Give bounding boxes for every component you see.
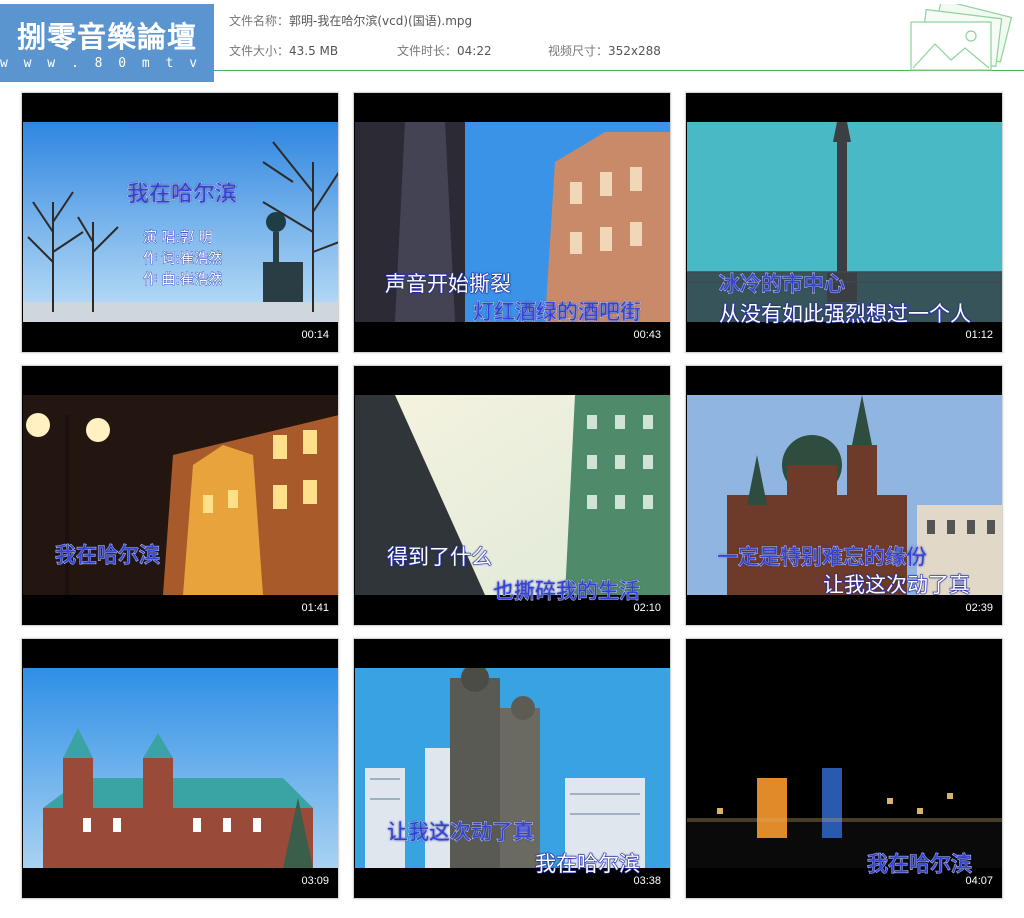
site-logo[interactable]: 捌零音樂論壇 w w w . 8 0 m t v . c o m [0, 4, 214, 82]
thumbnail-timestamp: 02:39 [965, 602, 993, 614]
karaoke-subtitle: 让我这次动了真 [822, 572, 970, 597]
video-thumbnail[interactable]: 声音开始撕裂灯红酒绿的酒吧街 00:43 [353, 92, 671, 353]
thumbnail-timestamp: 00:43 [633, 329, 661, 341]
thumbnail-frame: 冰冷的市中心从没有如此强烈想过一个人 01:12 [687, 94, 1002, 351]
filesize-label: 文件大小： [229, 44, 290, 58]
karaoke-subtitle: 我在哈尔滨 [126, 182, 238, 207]
header-divider [214, 70, 1024, 71]
song-credit: 作 词:崔浩然 [143, 251, 223, 268]
video-thumbnail[interactable]: 得到了什么 也撕碎我的生活 02:10 [353, 365, 671, 626]
video-thumbnail[interactable]: 一定是特别难忘的缘份让我这次动了真 02:39 [685, 365, 1003, 626]
video-thumbnail[interactable]: 冰冷的市中心从没有如此强烈想过一个人 01:12 [685, 92, 1003, 353]
thumbnail-timestamp: 01:12 [965, 329, 993, 341]
dimension-label: 视频尺寸： [548, 44, 609, 58]
thumbnail-frame: 03:09 [23, 640, 338, 897]
karaoke-subtitle: 一定是特别难忘的缘份 [716, 544, 927, 569]
thumbnail-timestamp: 01:41 [301, 602, 329, 614]
video-thumbnail[interactable]: 03:09 [21, 638, 339, 899]
karaoke-subtitle: 声音开始撕裂 [384, 271, 511, 296]
karaoke-subtitle: 灯红酒绿的酒吧街 [472, 299, 641, 324]
video-thumbnail[interactable]: 我在哈尔滨 01:41 [21, 365, 339, 626]
thumbnail-frame: 声音开始撕裂灯红酒绿的酒吧街 00:43 [355, 94, 670, 351]
thumbnail-frame: 我在哈尔滨 01:41 [23, 367, 338, 624]
karaoke-subtitle: 我在哈尔滨 [866, 851, 972, 876]
karaoke-subtitle: 让我这次动了真 [386, 819, 534, 844]
karaoke-subtitle: 也撕碎我的生活 [492, 578, 640, 603]
dimension-row: 视频尺寸：352x288 [548, 42, 661, 59]
duration-label: 文件时长： [397, 44, 458, 58]
logo-url: w w w . 8 0 m t v . c o m [0, 56, 214, 71]
video-frame-image [23, 122, 338, 322]
thumbnail-frame: 让我这次动了真 我在哈尔滨 03:38 [355, 640, 670, 897]
karaoke-subtitle: 冰冷的市中心 [718, 271, 845, 296]
video-thumbnail[interactable]: 我在哈尔滨演 唱:郭 明作 词:崔浩然作 曲:崔浩然 00:14 [21, 92, 339, 353]
thumbnail-timestamp: 04:07 [965, 875, 993, 887]
duration-value: 04:22 [457, 44, 492, 58]
karaoke-subtitle: 我在哈尔滨 [534, 851, 640, 876]
duration-row: 文件时长：04:22 [397, 42, 492, 59]
karaoke-subtitle: 得到了什么 [386, 544, 492, 569]
filesize-value: 43.5 MB [289, 44, 339, 58]
filesize-row: 文件大小：43.5 MB [229, 42, 338, 59]
logo-title: 捌零音樂論壇 [16, 20, 197, 54]
song-credit: 演 唱:郭 明 [143, 230, 213, 247]
thumbnail-frame: 得到了什么 也撕碎我的生活 02:10 [355, 367, 670, 624]
video-thumbnail[interactable]: 我在哈尔滨 04:07 [685, 638, 1003, 899]
song-credit: 作 曲:崔浩然 [143, 272, 223, 289]
karaoke-subtitle: 从没有如此强烈想过一个人 [718, 301, 971, 326]
thumbnail-frame: 一定是特别难忘的缘份让我这次动了真 02:39 [687, 367, 1002, 624]
picture-frames-icon [910, 4, 1013, 71]
dimension-value: 352x288 [608, 44, 661, 58]
file-info-header: 捌零音樂論壇 w w w . 8 0 m t v . c o m 文件名称：郭明… [0, 0, 1024, 82]
thumbnail-frame: 我在哈尔滨演 唱:郭 明作 词:崔浩然作 曲:崔浩然 00:14 [23, 94, 338, 351]
karaoke-subtitle: 我在哈尔滨 [54, 542, 160, 567]
thumbnail-timestamp: 02:10 [633, 602, 661, 614]
filename-label: 文件名称： [229, 14, 290, 28]
video-thumbnail[interactable]: 让我这次动了真 我在哈尔滨 03:38 [353, 638, 671, 899]
thumbnail-frame: 我在哈尔滨 04:07 [687, 640, 1002, 897]
filename-row: 文件名称：郭明-我在哈尔滨(vcd)(国语).mpg [229, 12, 472, 29]
video-frame-image [23, 668, 338, 868]
thumbnail-timestamp: 03:38 [633, 875, 661, 887]
thumbnail-timestamp: 03:09 [301, 875, 329, 887]
filename-value: 郭明-我在哈尔滨(vcd)(国语).mpg [289, 14, 473, 28]
video-frame-image [687, 668, 1002, 868]
thumbnail-timestamp: 00:14 [301, 329, 329, 341]
